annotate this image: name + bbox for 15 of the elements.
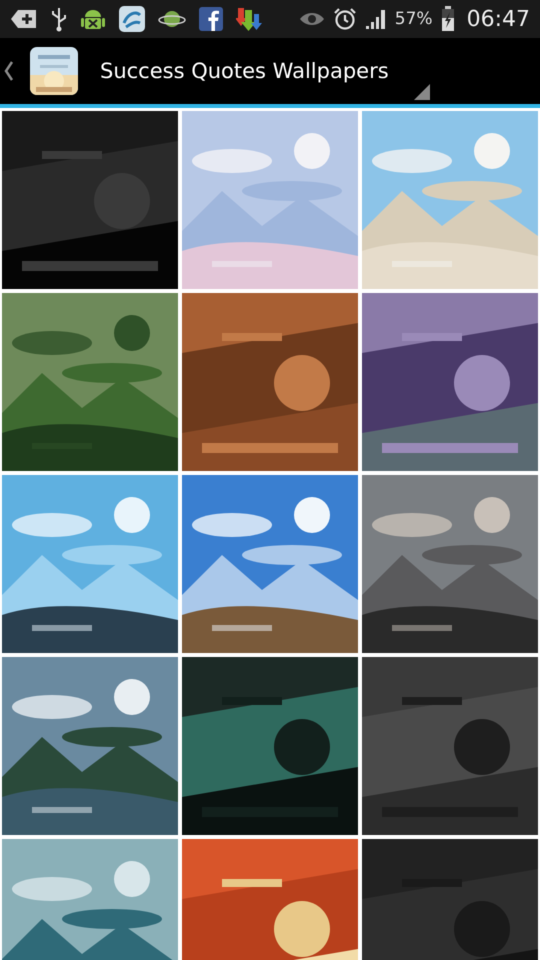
dropdown-corner-icon[interactable] [414, 84, 430, 100]
app-title: Success Quotes Wallpapers [100, 59, 389, 83]
alarm-clock-icon [332, 7, 357, 31]
app-icon [118, 5, 146, 33]
clock-time: 06:47 [466, 6, 530, 32]
usb-icon [50, 6, 68, 32]
back-icon[interactable] [4, 60, 14, 82]
eye-icon [298, 10, 325, 28]
battery-percentage: 57% [394, 9, 433, 29]
signal-icon [364, 8, 387, 30]
download-arrows-icon [236, 6, 262, 32]
facebook-icon [198, 6, 224, 32]
battery-charging-icon [440, 6, 455, 32]
add-notification-icon [10, 8, 38, 30]
android-icon [80, 7, 106, 31]
